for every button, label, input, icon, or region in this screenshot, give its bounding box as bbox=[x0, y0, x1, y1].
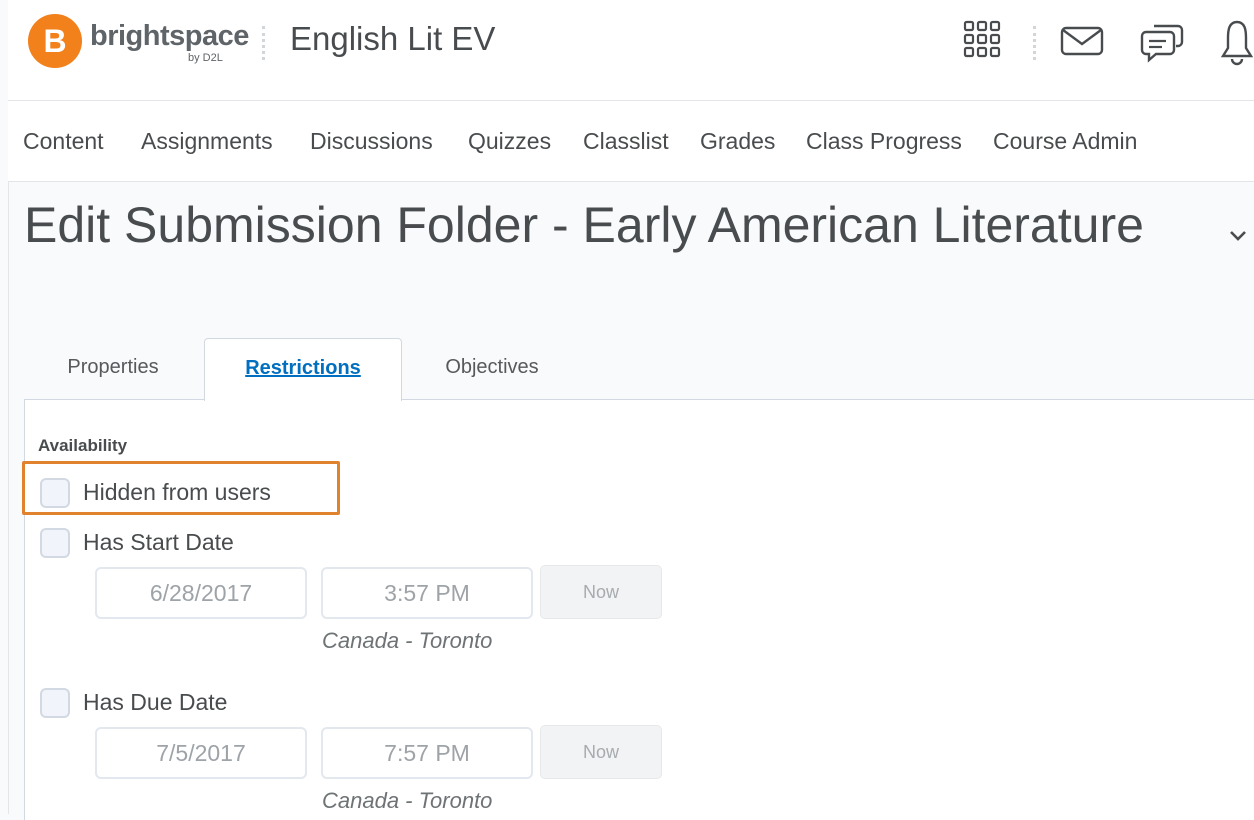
svg-text:B: B bbox=[43, 23, 66, 59]
due-time-input[interactable]: 7:57 PM bbox=[321, 727, 533, 779]
due-date-input[interactable]: 7/5/2017 bbox=[95, 727, 307, 779]
nav-item-class-progress[interactable]: Class Progress bbox=[806, 128, 962, 155]
has-start-date-checkbox[interactable] bbox=[40, 528, 70, 558]
due-timezone: Canada - Toronto bbox=[322, 788, 493, 813]
nav-item-classlist[interactable]: Classlist bbox=[583, 128, 669, 155]
hidden-from-users-checkbox[interactable] bbox=[40, 478, 70, 508]
nav-item-content[interactable]: Content bbox=[23, 128, 104, 155]
start-date-input[interactable]: 6/28/2017 bbox=[95, 567, 307, 619]
app-grid-icon[interactable] bbox=[963, 20, 1001, 63]
logo-byline: by D2L bbox=[188, 52, 223, 64]
nav-item-discussions[interactable]: Discussions bbox=[310, 128, 433, 155]
brightspace-logo[interactable]: B bbox=[28, 14, 82, 68]
logo-wordmark: brightspace bbox=[90, 20, 249, 52]
nav-item-assignments[interactable]: Assignments bbox=[141, 128, 273, 155]
due-now-button[interactable]: Now bbox=[540, 725, 662, 779]
start-time-input[interactable]: 3:57 PM bbox=[321, 567, 533, 619]
bell-icon[interactable] bbox=[1220, 18, 1254, 71]
has-start-date-label[interactable]: Has Start Date bbox=[83, 529, 234, 556]
nav-item-quizzes[interactable]: Quizzes bbox=[468, 128, 551, 155]
header-divider bbox=[1033, 26, 1036, 60]
nav-item-course-admin[interactable]: Course Admin bbox=[993, 128, 1137, 155]
top-header: B brightspace by D2L English Lit EV bbox=[8, 0, 1254, 101]
availability-heading: Availability bbox=[38, 436, 128, 455]
tab-properties[interactable]: Properties bbox=[40, 338, 186, 400]
tab-restrictions[interactable]: Restrictions bbox=[204, 338, 402, 401]
nav-item-grades[interactable]: Grades bbox=[700, 128, 775, 155]
header-divider bbox=[262, 26, 265, 60]
has-due-date-checkbox[interactable] bbox=[40, 688, 70, 718]
tab-objectives[interactable]: Objectives bbox=[418, 338, 566, 400]
logo-b-icon: B bbox=[43, 23, 66, 59]
course-navbar: Content Assignments Discussions Quizzes … bbox=[8, 101, 1254, 182]
start-timezone: Canada - Toronto bbox=[322, 628, 493, 653]
chat-icon[interactable] bbox=[1140, 20, 1184, 69]
mail-icon[interactable] bbox=[1060, 26, 1104, 63]
page-title: Edit Submission Folder - Early American … bbox=[24, 197, 1144, 253]
course-title[interactable]: English Lit EV bbox=[290, 20, 495, 58]
chevron-down-icon[interactable] bbox=[1228, 228, 1248, 247]
hidden-from-users-label[interactable]: Hidden from users bbox=[83, 479, 271, 506]
start-now-button[interactable]: Now bbox=[540, 565, 662, 619]
has-due-date-label[interactable]: Has Due Date bbox=[83, 689, 227, 716]
